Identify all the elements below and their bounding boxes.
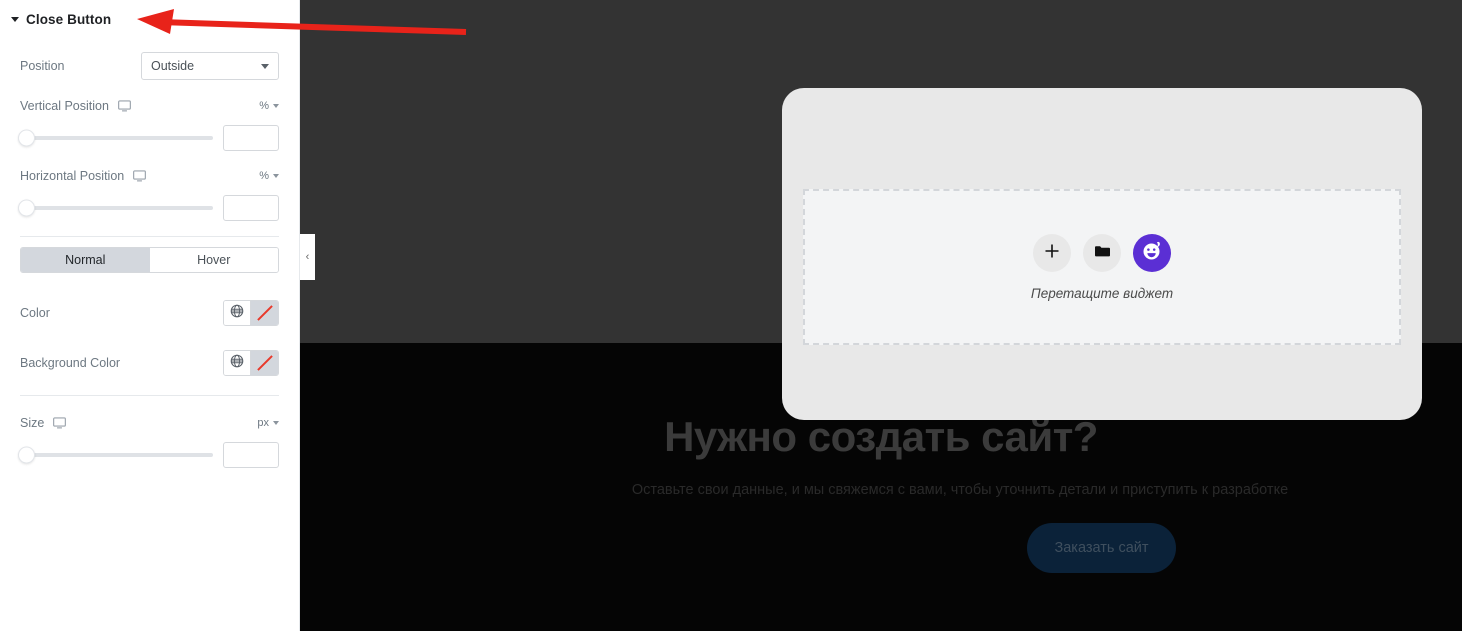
vertical-position-unit-toggle[interactable]: % <box>259 100 279 112</box>
tab-normal[interactable]: Normal <box>21 248 150 272</box>
slider-track <box>20 136 213 140</box>
caret-down-icon <box>11 17 19 22</box>
widget-dropzone[interactable]: Перетащите виджет <box>803 189 1401 345</box>
horizontal-position-label-group: Horizontal Position <box>20 169 147 183</box>
size-unit-toggle[interactable]: px <box>257 417 279 429</box>
background-color-label: Background Color <box>20 356 121 370</box>
size-slider-row <box>18 440 279 470</box>
row-vertical-position: Vertical Position % <box>20 89 279 123</box>
background-color-swatch-group <box>223 350 279 376</box>
horizontal-position-label: Horizontal Position <box>20 169 125 183</box>
hero-subtitle: Оставьте свои данные, и мы свяжемся с ва… <box>631 482 1289 498</box>
divider-2 <box>20 395 279 396</box>
divider-1 <box>20 236 279 237</box>
settings-rows: Position Outside Vertical Position % Hor… <box>0 49 299 223</box>
section-title: Close Button <box>26 12 112 27</box>
settings-panel: Close Button Position Outside Vertical P… <box>0 0 300 631</box>
row-background-color: Background Color <box>20 346 279 380</box>
panel-collapse-handle[interactable]: ‹ <box>300 234 315 280</box>
slider-track <box>20 453 213 457</box>
slider-thumb[interactable] <box>18 199 35 217</box>
horizontal-position-input[interactable] <box>223 195 279 221</box>
close-button-section-header[interactable]: Close Button <box>0 0 299 27</box>
screen-root: Нужно создать сайт? Оставьте свои данные… <box>0 0 1462 631</box>
row-horizontal-position: Horizontal Position % <box>20 159 279 193</box>
folder-icon <box>1094 244 1111 262</box>
hero-heading: Нужно создать сайт? <box>664 413 1098 460</box>
position-select-value: Outside <box>151 59 195 73</box>
chevron-left-icon: ‹ <box>305 251 310 263</box>
plus-icon <box>1044 243 1060 262</box>
color-label: Color <box>20 306 50 320</box>
slider-thumb[interactable] <box>18 446 35 464</box>
size-label: Size <box>20 416 45 430</box>
open-folder-button[interactable] <box>1083 233 1121 272</box>
popup-modal: Перетащите виджет <box>782 88 1422 420</box>
size-input[interactable] <box>223 442 279 468</box>
color-global-button[interactable] <box>224 301 251 325</box>
color-swatch-group <box>223 300 279 326</box>
chevron-down-icon <box>261 63 269 69</box>
ai-face-icon <box>1140 239 1164 266</box>
chevron-down-icon <box>273 421 279 425</box>
desktop-icon[interactable] <box>133 170 147 182</box>
vertical-position-slider-row <box>18 123 279 153</box>
ai-assistant-button[interactable] <box>1133 233 1171 272</box>
globe-icon <box>230 354 244 373</box>
position-label: Position <box>20 59 65 73</box>
chevron-down-icon <box>273 174 279 178</box>
horizontal-position-slider-row <box>18 193 279 223</box>
horizontal-position-unit-toggle[interactable]: % <box>259 170 279 182</box>
vertical-position-label-group: Vertical Position <box>20 99 131 113</box>
background-color-none-swatch[interactable] <box>251 351 278 375</box>
state-tabs: Normal Hover <box>20 247 279 273</box>
vertical-position-input[interactable] <box>223 125 279 151</box>
horizontal-position-unit: % <box>259 170 269 182</box>
slider-track <box>20 206 213 210</box>
size-slider[interactable] <box>18 445 213 465</box>
dropzone-label: Перетащите виджет <box>1030 285 1174 301</box>
desktop-icon[interactable] <box>53 417 67 429</box>
desktop-icon[interactable] <box>118 100 131 112</box>
widget-button-row <box>1033 233 1171 272</box>
color-none-swatch[interactable] <box>251 301 278 325</box>
position-select[interactable]: Outside <box>141 52 279 80</box>
row-size: Size px <box>20 406 279 440</box>
background-color-global-button[interactable] <box>224 351 251 375</box>
row-position: Position Outside <box>20 49 279 83</box>
size-unit: px <box>257 417 269 429</box>
chevron-down-icon <box>273 104 279 108</box>
vertical-position-label: Vertical Position <box>20 99 109 113</box>
slider-thumb[interactable] <box>18 129 35 147</box>
horizontal-position-slider[interactable] <box>18 198 213 218</box>
globe-icon <box>230 304 244 323</box>
vertical-position-slider[interactable] <box>18 128 213 148</box>
color-rows: Color Background Color <box>0 296 299 380</box>
size-rows: Size px <box>0 406 299 470</box>
size-label-group: Size <box>20 416 67 430</box>
vertical-position-unit: % <box>259 100 269 112</box>
row-color: Color <box>20 296 279 330</box>
tab-hover[interactable]: Hover <box>149 248 278 272</box>
add-widget-button[interactable] <box>1033 233 1071 272</box>
order-site-button[interactable]: Заказать сайт <box>1027 523 1176 573</box>
